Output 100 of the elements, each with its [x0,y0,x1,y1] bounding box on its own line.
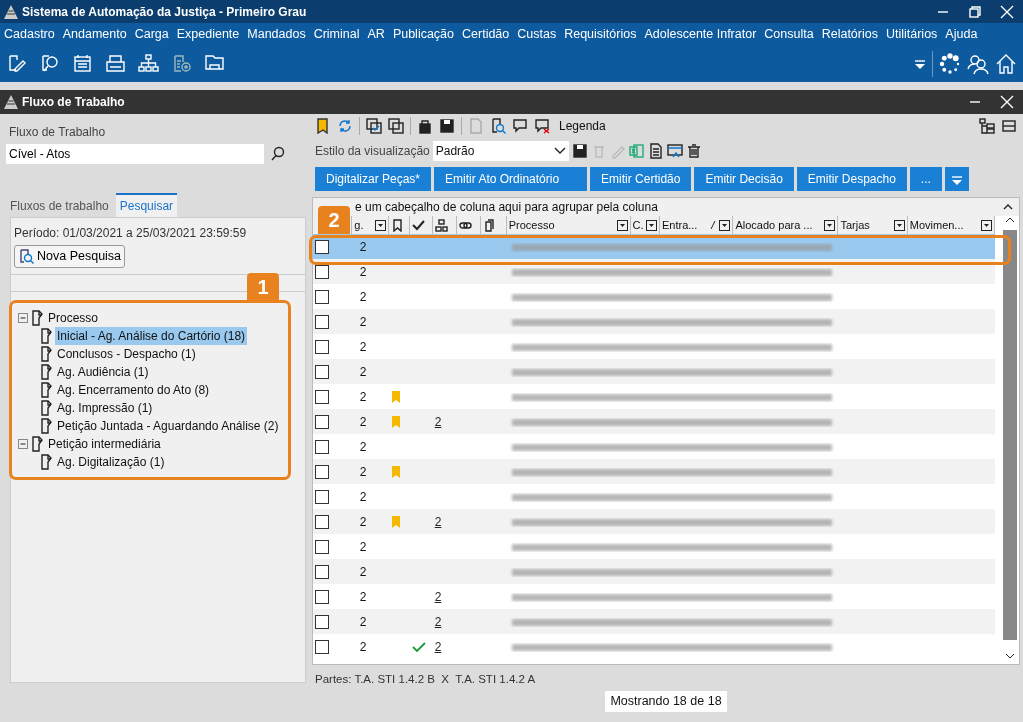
dropdown-icon[interactable] [914,57,926,70]
search-document-icon[interactable] [39,53,60,74]
calendar-icon[interactable] [72,53,93,74]
document-add-icon[interactable] [171,53,192,74]
tree-item[interactable]: Petição intermediária [46,434,163,453]
action-button[interactable]: Emitir Despacho [796,167,907,191]
restore-icon[interactable] [968,4,982,19]
action-button[interactable]: Emitir Certidão [590,167,692,191]
menu-item[interactable]: Mandados [243,24,310,44]
export-icon[interactable] [666,143,683,159]
link[interactable]: 2 [434,414,442,429]
checkbox[interactable] [315,590,329,605]
menu-item[interactable]: Certidão [458,24,514,44]
flag-icon[interactable] [315,118,331,134]
tree-item[interactable]: Ag. Impressão (1) [55,398,155,417]
trash-icon[interactable] [685,143,702,159]
panel-icon[interactable] [1001,118,1017,134]
menu-item[interactable]: Custas [513,24,561,44]
tree-item[interactable]: Petição Juntada - Aguardando Análise (2) [55,416,281,435]
action-button[interactable]: Emitir Decisão [694,167,794,191]
filter-dropdown-icon[interactable] [375,219,387,231]
refresh-icon[interactable] [337,118,353,134]
checkbox[interactable] [315,440,329,455]
menu-item[interactable]: Expediente [172,24,244,44]
menu-item[interactable]: Adolescente Infrator [640,24,761,44]
edit-icon[interactable] [6,53,27,74]
users-icon[interactable] [967,52,989,75]
menu-item[interactable]: Cadastro [0,24,59,44]
checkbox[interactable] [315,640,329,655]
checkbox[interactable] [315,540,329,555]
action-button[interactable]: Digitalizar Peças* [315,167,432,191]
printer-icon[interactable] [105,53,126,74]
group-hint: e um cabeçalho de coluna aqui para agrupar pela coluna [355,199,658,216]
tree-item[interactable]: Ag. Audiência (1) [55,362,151,381]
view-style-select[interactable]: Padrão [432,141,569,161]
home-icon[interactable] [995,52,1017,75]
filter-dropdown-icon[interactable] [719,219,731,231]
checkbox[interactable] [315,290,329,305]
menu-item[interactable]: Ajuda [941,24,982,44]
menu-item[interactable]: AR [363,24,389,44]
filter-dropdown-icon[interactable] [824,219,836,231]
workflow-field[interactable]: Cível - Atos [6,144,264,164]
filter-dropdown-icon[interactable] [893,219,905,231]
checkbox[interactable] [315,315,329,330]
checkbox[interactable] [315,465,329,480]
checkbox[interactable] [315,415,329,430]
tree-item[interactable]: Conclusos - Despacho (1) [55,344,198,363]
filter-dropdown-icon[interactable] [981,219,992,231]
count-text: 2 [359,414,367,429]
menu-item[interactable]: Consulta [760,24,818,44]
link[interactable]: 2 [434,589,442,604]
menu-item[interactable]: Publicação [388,24,459,44]
close-icon[interactable] [1000,95,1014,109]
document-icon [31,309,43,326]
tab[interactable]: Fluxos de trabalho [6,195,113,217]
menu-item[interactable]: Utilitários [881,24,942,44]
dropdown-button[interactable] [944,167,969,191]
search-icon[interactable] [270,146,286,162]
tree-item[interactable]: Ag. Digitalização (1) [55,452,167,471]
comment-delete-icon[interactable] [534,118,550,134]
tab[interactable]: Pesquisar [115,193,178,217]
close-icon[interactable] [1000,4,1014,19]
menu-item[interactable]: Criminal [309,24,364,44]
checkbox[interactable] [315,515,329,530]
legend-link[interactable]: Legenda [559,117,606,135]
menu-item[interactable]: Requisitórios [560,24,641,44]
menu-item[interactable]: Andamento [58,24,131,44]
tree-item[interactable]: Processo [46,308,101,327]
link[interactable]: 2 [434,639,442,654]
save-icon[interactable] [571,143,588,159]
copy-icon[interactable] [388,118,404,134]
checkbox[interactable] [315,490,329,505]
menu-item[interactable]: Relatórios [817,24,882,44]
tree-view-icon[interactable] [979,118,995,134]
link[interactable]: 2 [434,614,442,629]
comment-icon[interactable] [512,118,528,134]
lock-icon[interactable] [417,118,433,134]
search-document-icon[interactable] [490,118,506,134]
checkbox[interactable] [315,265,329,280]
action-button[interactable]: Emitir Ato Ordinatório [434,167,588,191]
checkbox[interactable] [315,240,329,255]
window-title: Fluxo de Trabalho [22,94,125,111]
checkbox[interactable] [315,340,329,355]
checkbox[interactable] [315,565,329,580]
checkbox[interactable] [315,365,329,380]
save-icon[interactable] [439,118,455,134]
select-all-icon[interactable] [366,118,382,134]
filter-dropdown-icon[interactable] [616,219,628,231]
new-search-button[interactable]: Nova Pesquisa [14,245,126,268]
tree-item[interactable]: Ag. Encerramento do Ato (8) [55,380,212,399]
link[interactable]: 2 [434,514,442,529]
filter-dropdown-icon[interactable] [645,219,657,231]
menu-item[interactable]: Carga [130,24,173,44]
action-button[interactable]: ... [909,167,942,191]
collapse-icon[interactable] [1003,203,1013,211]
tree-item[interactable]: Inicial - Ag. Análise do Cartório (18) [55,326,248,345]
checkbox[interactable] [315,390,329,405]
hierarchy-icon[interactable] [138,53,159,74]
document-icon[interactable] [647,143,664,159]
checkbox[interactable] [315,615,329,630]
